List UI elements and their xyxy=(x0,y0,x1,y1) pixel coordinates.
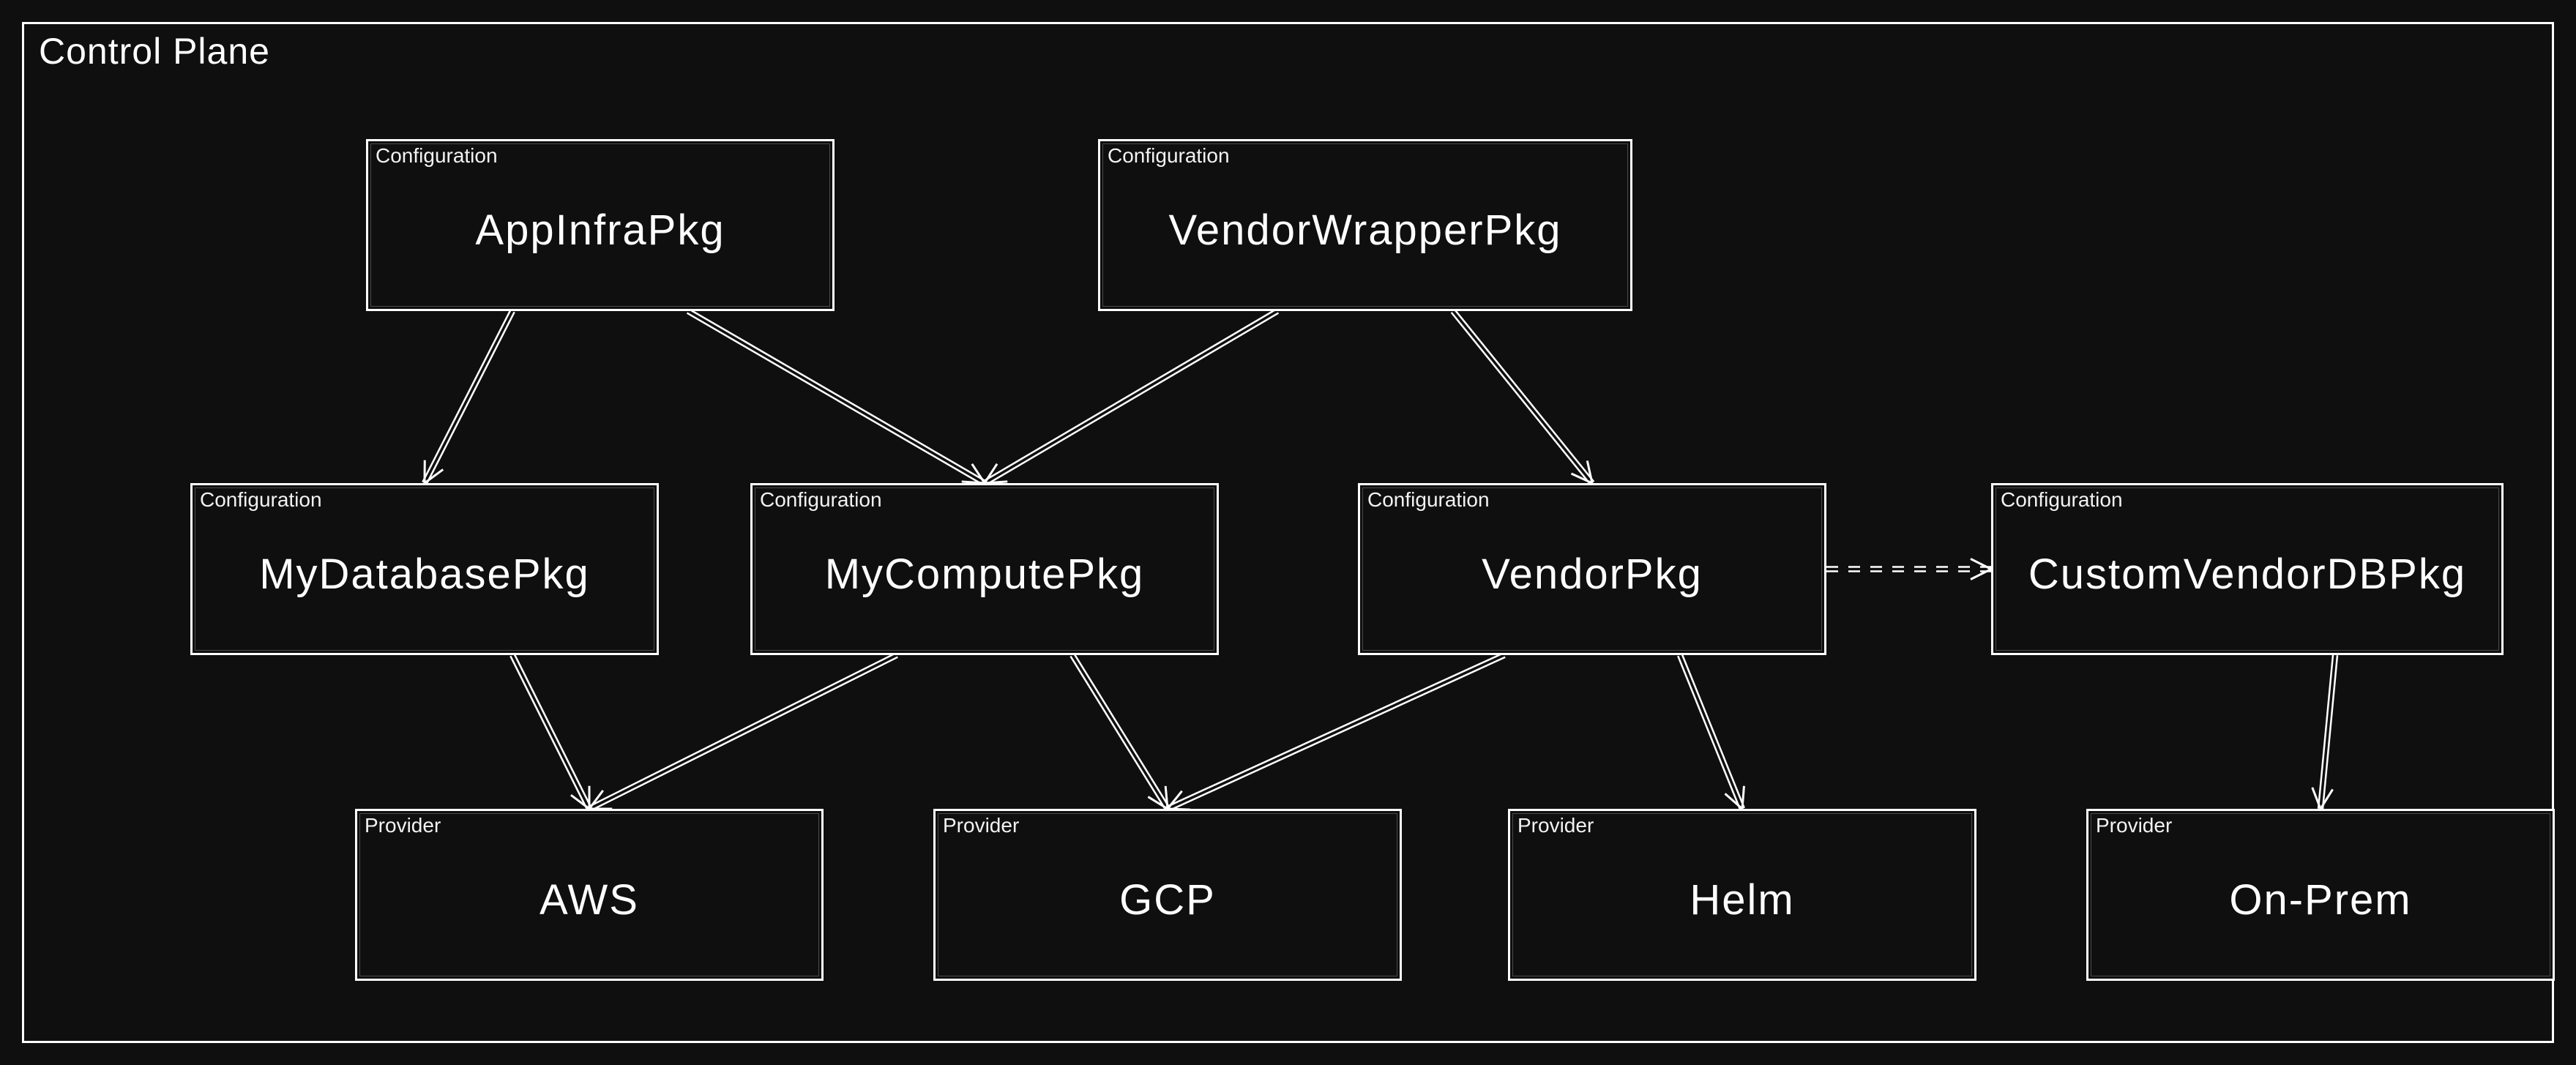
node-vendorWrapperPkg-stereotype: Configuration xyxy=(1108,144,1230,168)
node-onprem-stereotype: Provider xyxy=(2096,814,2172,837)
node-appInfraPkg: Configuration AppInfraPkg xyxy=(366,139,835,311)
node-gcp: Provider GCP xyxy=(933,809,1402,981)
node-appInfraPkg-label: AppInfraPkg xyxy=(368,206,832,255)
node-customVendorDBPkg-stereotype: Configuration xyxy=(2001,488,2123,512)
node-customVendorDBPkg: Configuration CustomVendorDBPkg xyxy=(1991,483,2504,655)
node-helm: Provider Helm xyxy=(1508,809,1976,981)
node-appInfraPkg-stereotype: Configuration xyxy=(376,144,498,168)
node-vendorPkg: Configuration VendorPkg xyxy=(1358,483,1826,655)
node-helm-stereotype: Provider xyxy=(1517,814,1594,837)
node-customVendorDBPkg-label: CustomVendorDBPkg xyxy=(1993,550,2501,599)
node-myComputePkg-stereotype: Configuration xyxy=(760,488,882,512)
node-myDatabasePkg: Configuration MyDatabasePkg xyxy=(190,483,659,655)
node-gcp-stereotype: Provider xyxy=(943,814,1019,837)
node-aws-label: AWS xyxy=(357,875,821,924)
node-vendorPkg-stereotype: Configuration xyxy=(1367,488,1490,512)
node-gcp-label: GCP xyxy=(936,875,1400,924)
node-myDatabasePkg-label: MyDatabasePkg xyxy=(193,550,657,599)
node-myDatabasePkg-stereotype: Configuration xyxy=(200,488,322,512)
diagram-stage: Control Plane ConfigurationAppInfraPkgCo… xyxy=(0,0,2576,1065)
node-aws-stereotype: Provider xyxy=(365,814,441,837)
node-myComputePkg: Configuration MyComputePkg xyxy=(750,483,1219,655)
node-vendorPkg-label: VendorPkg xyxy=(1360,550,1824,599)
node-helm-label: Helm xyxy=(1510,875,1974,924)
node-onprem: Provider On-Prem xyxy=(2086,809,2555,981)
node-vendorWrapperPkg: Configuration VendorWrapperPkg xyxy=(1098,139,1632,311)
node-aws: Provider AWS xyxy=(355,809,824,981)
node-onprem-label: On-Prem xyxy=(2088,875,2553,924)
node-myComputePkg-label: MyComputePkg xyxy=(753,550,1217,599)
node-vendorWrapperPkg-label: VendorWrapperPkg xyxy=(1100,206,1630,255)
control-plane-title: Control Plane xyxy=(39,30,270,72)
